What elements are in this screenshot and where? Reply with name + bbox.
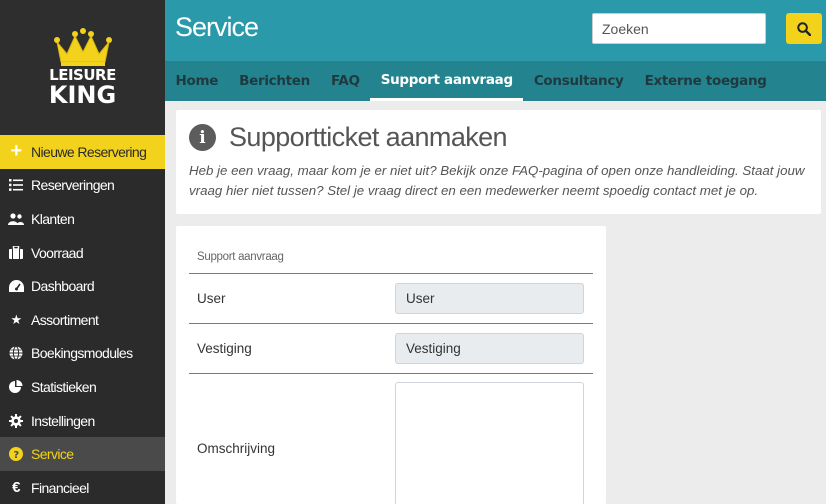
form-row-user: User User bbox=[189, 274, 593, 324]
form-row-omschrijving: Omschrijving bbox=[189, 374, 593, 504]
tab-faq[interactable]: FAQ bbox=[320, 61, 370, 101]
user-field: User bbox=[395, 283, 584, 314]
users-icon bbox=[8, 211, 24, 227]
page-title: Service bbox=[175, 12, 259, 42]
sidebar-item-label: Service bbox=[31, 446, 74, 463]
logo-text: LEISURE KING bbox=[48, 68, 117, 109]
sidebar-item-label: Boekingsmodules bbox=[31, 345, 133, 362]
plus-icon: + bbox=[10, 140, 22, 163]
euro-icon: € bbox=[12, 479, 20, 497]
suitcase-icon bbox=[8, 245, 24, 261]
omschrijving-textarea[interactable] bbox=[395, 382, 584, 504]
header: Service Home Berichten FAQ Support aanvr… bbox=[165, 0, 826, 101]
support-form: Support aanvraag User User Vestiging Ves… bbox=[176, 226, 606, 504]
search-button[interactable] bbox=[786, 13, 822, 44]
search-input[interactable] bbox=[592, 13, 766, 44]
user-label: User bbox=[197, 291, 226, 306]
sidebar: LEISURE KING + Nieuwe Reservering Reserv… bbox=[0, 0, 165, 504]
sidebar-item-label: Nieuwe Reservering bbox=[31, 143, 147, 160]
info-title: Supportticket aanmaken bbox=[229, 122, 508, 152]
tab-bar: Home Berichten FAQ Support aanvraag Cons… bbox=[165, 61, 826, 101]
sidebar-item-label: Statistieken bbox=[31, 378, 97, 395]
globe-icon bbox=[8, 345, 24, 361]
svg-text:?: ? bbox=[13, 450, 19, 461]
sidebar-item-service[interactable]: ? Service bbox=[0, 437, 165, 471]
star-icon: ★ bbox=[10, 311, 22, 327]
tab-support-aanvraag[interactable]: Support aanvraag bbox=[370, 61, 524, 101]
logo[interactable]: LEISURE KING bbox=[0, 0, 165, 135]
search-icon bbox=[797, 21, 811, 36]
sidebar-nav: + Nieuwe Reservering Reserveringen Klant… bbox=[0, 135, 165, 504]
sidebar-item-klanten[interactable]: Klanten bbox=[0, 202, 165, 236]
sidebar-item-label: Reserveringen bbox=[31, 177, 115, 194]
form-header: Support aanvraag bbox=[189, 242, 593, 274]
info-icon: i bbox=[189, 124, 216, 151]
sidebar-item-voorraad[interactable]: Voorraad bbox=[0, 235, 165, 270]
sidebar-item-label: Assortiment bbox=[31, 311, 99, 328]
sidebar-item-label: Financieel bbox=[31, 479, 89, 496]
sidebar-item-label: Dashboard bbox=[31, 278, 95, 295]
omschrijving-label: Omschrijving bbox=[197, 441, 276, 456]
info-card: i Supportticket aanmaken Heb je een vraa… bbox=[176, 110, 821, 214]
vestiging-label: Vestiging bbox=[197, 341, 252, 356]
form-row-vestiging: Vestiging Vestiging bbox=[189, 324, 593, 374]
question-icon: ? bbox=[8, 446, 24, 462]
sidebar-item-assortiment[interactable]: ★ Assortiment bbox=[0, 302, 165, 337]
sidebar-item-label: Instellingen bbox=[31, 412, 95, 429]
sidebar-item-nieuwe-reservering[interactable]: + Nieuwe Reservering bbox=[0, 135, 165, 169]
tab-externe-toegang[interactable]: Externe toegang bbox=[634, 61, 777, 101]
tab-berichten[interactable]: Berichten bbox=[229, 61, 321, 101]
sidebar-item-boekingsmodules[interactable]: Boekingsmodules bbox=[0, 336, 165, 371]
info-text: Heb je een vraag, maar kom je er niet ui… bbox=[189, 163, 805, 198]
sidebar-item-statistieken[interactable]: Statistieken bbox=[0, 370, 165, 404]
pie-chart-icon bbox=[8, 379, 24, 395]
logo-line2: KING bbox=[48, 81, 117, 109]
sidebar-item-label: Klanten bbox=[31, 210, 75, 227]
crown-icon bbox=[53, 28, 112, 66]
sidebar-item-label: Voorraad bbox=[31, 244, 84, 261]
sidebar-item-instellingen[interactable]: Instellingen bbox=[0, 403, 165, 438]
tab-consultancy[interactable]: Consultancy bbox=[523, 61, 634, 101]
tab-home[interactable]: Home bbox=[165, 61, 229, 101]
gear-icon bbox=[8, 413, 24, 429]
sidebar-item-reserveringen[interactable]: Reserveringen bbox=[0, 168, 165, 203]
list-icon bbox=[8, 177, 24, 193]
sidebar-item-financieel[interactable]: € Financieel bbox=[0, 470, 165, 504]
gauge-icon bbox=[8, 278, 24, 294]
vestiging-field: Vestiging bbox=[395, 333, 584, 364]
sidebar-item-dashboard[interactable]: Dashboard bbox=[0, 269, 165, 303]
